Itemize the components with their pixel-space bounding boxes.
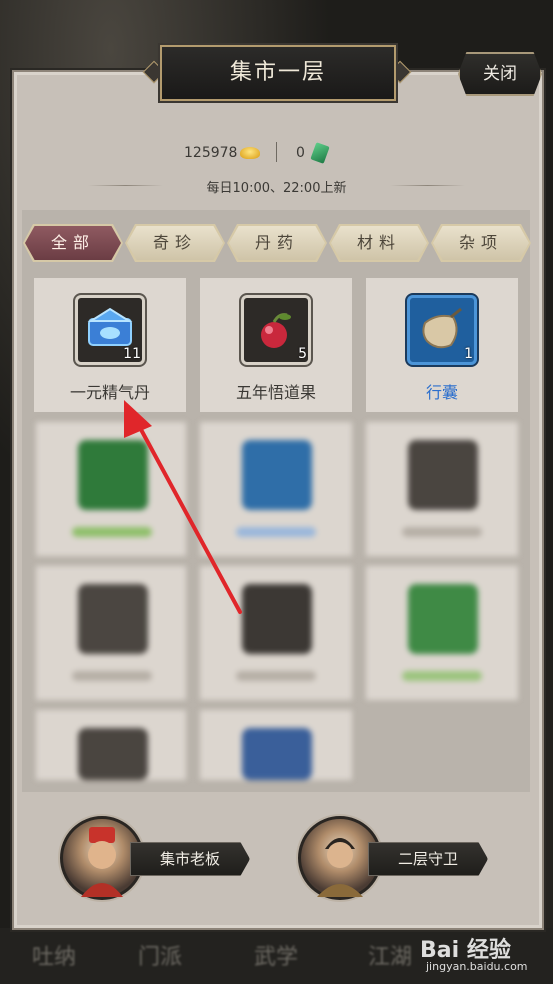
baidu-watermark: Bai 经验 jingyan.baidu.com: [420, 932, 550, 980]
watermark-url: jingyan.baidu.com: [426, 960, 528, 973]
annotation-arrow: [124, 400, 242, 614]
